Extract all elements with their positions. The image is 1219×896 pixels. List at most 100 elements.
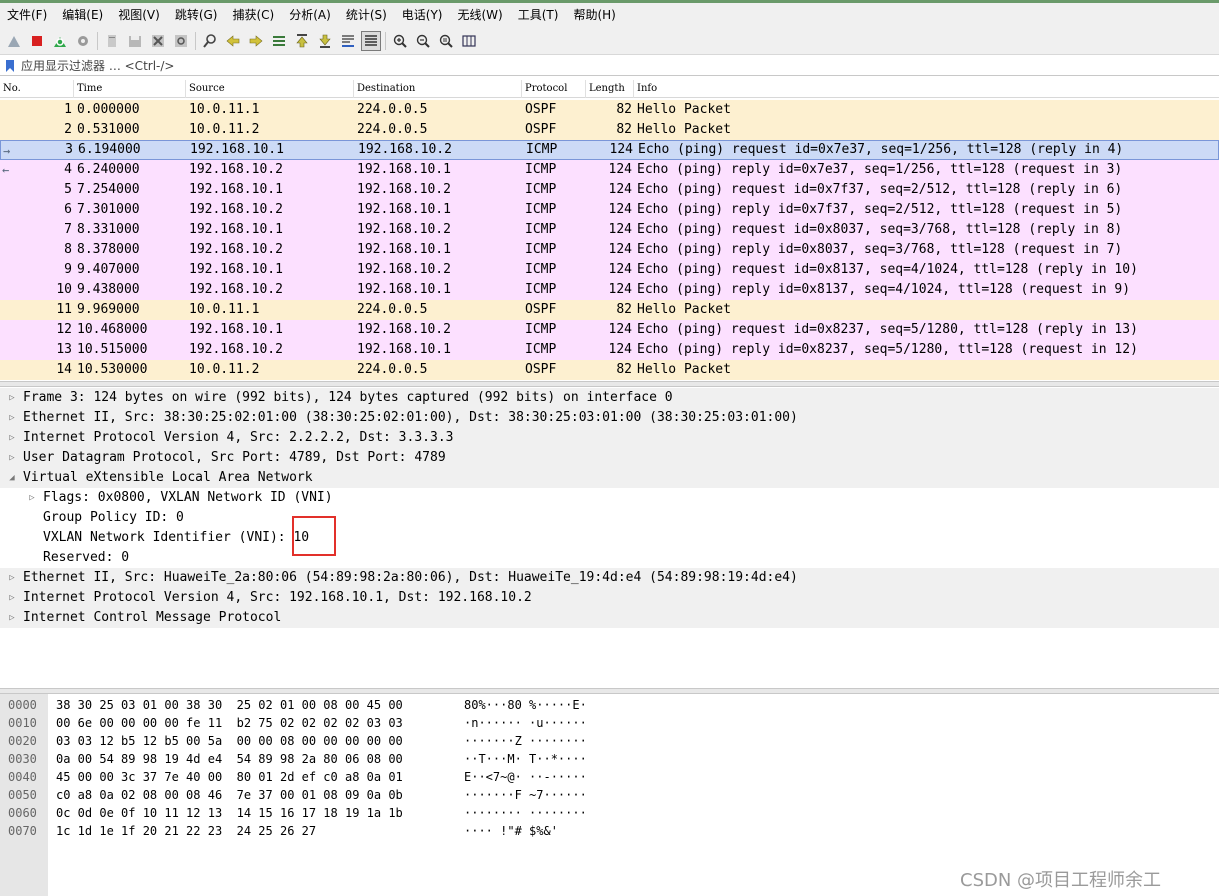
hex-row[interactable]: 0060 0c 0d 0e 0f 10 11 12 13 14 15 16 17 …	[0, 804, 1219, 822]
colorize-list-icon[interactable]	[361, 30, 381, 51]
go-first-packet-icon[interactable]	[292, 31, 312, 51]
column-header-destination[interactable]: Destination	[354, 80, 522, 98]
auto-scroll-icon[interactable]	[338, 31, 358, 51]
packet-row[interactable]: 9 9.407000 192.168.10.1 192.168.10.2 ICMP 124…	[0, 260, 1219, 280]
menu-item[interactable]: 跳转(G)	[168, 3, 226, 27]
column-header-no[interactable]: No.	[0, 80, 74, 98]
collapsed-triangle-icon[interactable]: ▷	[7, 588, 17, 608]
packet-row[interactable]: 1 0.000000 10.0.11.1 224.0.0.5 OSPF 82 Hello P…	[0, 100, 1219, 120]
menu-item[interactable]: 文件(F)	[0, 3, 55, 27]
open-file-icon[interactable]	[102, 31, 122, 51]
packet-cell-len: 124	[608, 202, 632, 217]
restart-capture-icon[interactable]	[50, 31, 70, 51]
packet-row[interactable]: 14 10.530000 10.0.11.2 224.0.0.5 OSPF 82 Hello…	[0, 360, 1219, 380]
hex-bytes: 0c 0d 0e 0f 10 11 12 13 14 15 16 17 18 1…	[56, 806, 403, 820]
packet-cell-info: Echo (ping) reply id=0x8037, seq=3/768, …	[637, 242, 1123, 257]
hex-row[interactable]: 0030 0a 00 54 89 98 19 4d e4 54 89 98 2a …	[0, 750, 1219, 768]
menu-item[interactable]: 无线(W)	[451, 3, 511, 27]
go-to-packet-icon[interactable]	[269, 31, 289, 51]
menu-item[interactable]: 分析(A)	[282, 3, 339, 27]
packet-row[interactable]: ← 4 6.240000 192.168.10.2 192.168.10.1 ICMP 12…	[0, 160, 1219, 180]
collapsed-triangle-icon[interactable]: ▷	[7, 388, 17, 408]
go-back-arrow-icon[interactable]	[223, 31, 243, 51]
hex-ascii: ········ ········	[464, 806, 587, 820]
column-header-protocol[interactable]: Protocol	[522, 80, 586, 98]
packet-cell-time: 9.407000	[77, 262, 140, 277]
packet-cell-len: 82	[616, 302, 632, 317]
packet-row[interactable]: 13 10.515000 192.168.10.2 192.168.10.1 ICMP 1…	[0, 340, 1219, 360]
detail-tree-item[interactable]: ▷ Internet Control Message Protocol	[0, 608, 1219, 628]
collapsed-triangle-icon[interactable]: ▷	[7, 568, 17, 588]
detail-tree-item[interactable]: ▷ Flags: 0x0800, VXLAN Network ID (VNI)	[0, 488, 1219, 508]
shark-fin-start-icon[interactable]	[4, 31, 24, 51]
detail-tree-item[interactable]: ▷ Internet Protocol Version 4, Src: 192.1…	[0, 588, 1219, 608]
hex-row[interactable]: 0020 03 03 12 b5 12 b5 00 5a 00 00 08 00 …	[0, 732, 1219, 750]
reply-arrow-icon: ←	[2, 163, 10, 177]
detail-tree-item[interactable]: ▷ User Datagram Protocol, Src Port: 4789,…	[0, 448, 1219, 468]
detail-tree-item[interactable]: VXLAN Network Identifier (VNI): 10	[0, 528, 1219, 548]
column-header-length[interactable]: Length	[586, 80, 634, 98]
packet-cell-info: Hello Packet	[637, 102, 731, 117]
packet-cell-dst: 192.168.10.1	[357, 242, 451, 257]
detail-text: Reserved: 0	[43, 550, 130, 565]
packet-row[interactable]: 11 9.969000 10.0.11.1 224.0.0.5 OSPF 82 Hello …	[0, 300, 1219, 320]
reload-file-icon[interactable]	[171, 31, 191, 51]
column-header-time[interactable]: Time	[74, 80, 186, 98]
hex-row[interactable]: 0000 38 30 25 03 01 00 38 30 25 02 01 00 …	[0, 696, 1219, 714]
collapsed-triangle-icon[interactable]: ▷	[7, 448, 17, 468]
hex-row[interactable]: 0070 1c 1d 1e 1f 20 21 22 23 24 25 26 27 ·…	[0, 822, 1219, 840]
detail-tree-item[interactable]: ◢ Virtual eXtensible Local Area Network	[0, 468, 1219, 488]
detail-tree-item[interactable]: ▷ Frame 3: 124 bytes on wire (992 bits), …	[0, 388, 1219, 408]
go-forward-arrow-icon[interactable]	[246, 31, 266, 51]
menu-item[interactable]: 帮助(H)	[566, 3, 623, 27]
detail-tree-item[interactable]: ▷ Ethernet II, Src: HuaweiTe_2a:80:06 (54…	[0, 568, 1219, 588]
display-filter-input[interactable]: 应用显示过滤器 … <Ctrl-/>	[21, 57, 174, 74]
detail-tree-item[interactable]: ▷ Internet Protocol Version 4, Src: 2.2.2…	[0, 428, 1219, 448]
hex-row[interactable]: 0010 00 6e 00 00 00 00 fe 11 b2 75 02 02 …	[0, 714, 1219, 732]
collapsed-triangle-icon[interactable]: ▷	[27, 488, 37, 508]
collapsed-triangle-icon[interactable]: ▷	[7, 608, 17, 628]
packet-row[interactable]: 6 7.301000 192.168.10.2 192.168.10.1 ICMP 124…	[0, 200, 1219, 220]
pane-splitter[interactable]	[0, 381, 1219, 387]
menu-item[interactable]: 电话(Y)	[395, 3, 451, 27]
packet-row[interactable]: 8 8.378000 192.168.10.2 192.168.10.1 ICMP 124…	[0, 240, 1219, 260]
packet-cell-proto: ICMP	[525, 162, 557, 177]
hex-bytes: 03 03 12 b5 12 b5 00 5a 00 00 08 00 00 0…	[56, 734, 403, 748]
menu-item[interactable]: 视图(V)	[111, 3, 168, 27]
save-file-icon[interactable]	[125, 31, 145, 51]
hex-ascii: ···· !"# $%&'	[464, 824, 558, 838]
capture-options-gear-icon[interactable]	[73, 31, 93, 51]
hex-row[interactable]: 0040 45 00 00 3c 37 7e 40 00 80 01 2d ef …	[0, 768, 1219, 786]
detail-tree-item[interactable]: Reserved: 0	[0, 548, 1219, 568]
packet-cell-len: 124	[608, 182, 632, 197]
hex-row[interactable]: 0050 c0 a8 0a 02 08 00 08 46 7e 37 00 01 …	[0, 786, 1219, 804]
stop-square-icon[interactable]	[27, 31, 47, 51]
go-last-packet-icon[interactable]	[315, 31, 335, 51]
packet-row[interactable]: 5 7.254000 192.168.10.1 192.168.10.2 ICMP 124…	[0, 180, 1219, 200]
bookmark-flag-icon[interactable]	[3, 58, 17, 74]
resize-columns-icon[interactable]	[459, 31, 479, 51]
packet-row[interactable]: 2 0.531000 10.0.11.2 224.0.0.5 OSPF 82 Hello P…	[0, 120, 1219, 140]
find-packet-icon[interactable]	[200, 31, 220, 51]
collapsed-triangle-icon[interactable]: ▷	[7, 428, 17, 448]
menu-item[interactable]: 统计(S)	[339, 3, 395, 27]
detail-tree-item[interactable]: ▷ Ethernet II, Src: 38:30:25:02:01:00 (38…	[0, 408, 1219, 428]
menu-item[interactable]: 捕获(C)	[225, 3, 282, 27]
packet-row-selected[interactable]: → 3 6.194000 192.168.10.1 192.168.10.2 ICMP 12…	[0, 140, 1219, 160]
column-header-source[interactable]: Source	[186, 80, 354, 98]
packet-row[interactable]: 10 9.438000 192.168.10.2 192.168.10.1 ICMP 12…	[0, 280, 1219, 300]
close-file-icon[interactable]	[148, 31, 168, 51]
menu-item[interactable]: 工具(T)	[511, 3, 567, 27]
packet-cell-info: Echo (ping) request id=0x8137, seq=4/102…	[637, 262, 1138, 277]
zoom-normal-icon[interactable]	[436, 31, 456, 51]
column-header-info[interactable]: Info	[634, 80, 1219, 98]
detail-tree-item[interactable]: Group Policy ID: 0	[0, 508, 1219, 528]
expanded-triangle-icon[interactable]: ◢	[7, 468, 17, 488]
menu-item[interactable]: 编辑(E)	[55, 3, 111, 27]
packet-cell-time: 6.194000	[78, 142, 141, 157]
packet-row[interactable]: 12 10.468000 192.168.10.1 192.168.10.2 ICMP 1…	[0, 320, 1219, 340]
collapsed-triangle-icon[interactable]: ▷	[7, 408, 17, 428]
zoom-in-icon[interactable]	[390, 31, 410, 51]
zoom-out-icon[interactable]	[413, 31, 433, 51]
packet-row[interactable]: 7 8.331000 192.168.10.1 192.168.10.2 ICMP 124…	[0, 220, 1219, 240]
